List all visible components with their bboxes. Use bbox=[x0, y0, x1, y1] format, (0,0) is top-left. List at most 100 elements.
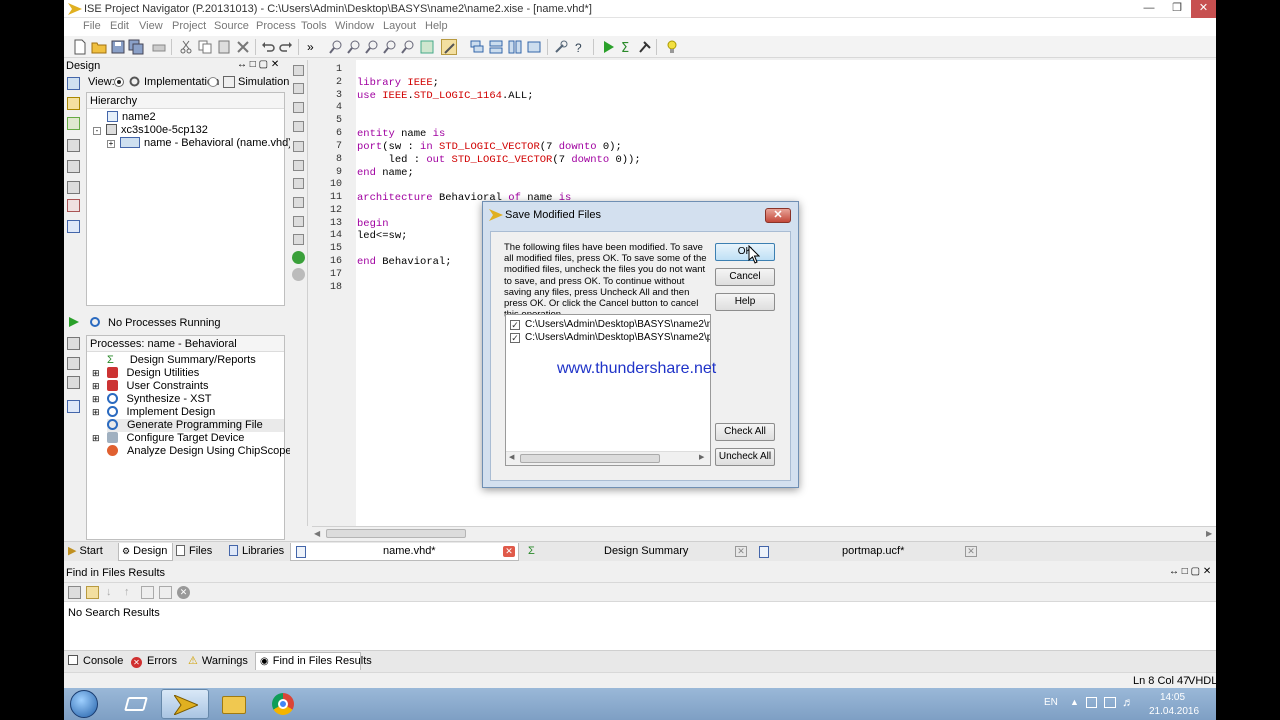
clear-results-icon[interactable]: ✕ bbox=[177, 586, 190, 599]
undo-icon[interactable] bbox=[260, 39, 276, 55]
taskbar-explorer-button[interactable] bbox=[112, 689, 160, 719]
cancel-button[interactable]: Cancel bbox=[715, 268, 775, 286]
add-source-icon[interactable] bbox=[67, 77, 80, 90]
check-all-button[interactable]: Check All bbox=[715, 423, 775, 441]
previous-result-icon[interactable]: ↑ bbox=[124, 586, 133, 599]
float-window-icon[interactable] bbox=[526, 39, 542, 55]
menu-edit[interactable]: Edit bbox=[110, 20, 129, 32]
redo-icon[interactable] bbox=[278, 39, 294, 55]
pointer-tool-icon[interactable] bbox=[441, 39, 457, 55]
editor-tool-icon[interactable] bbox=[293, 102, 304, 113]
code-line[interactable]: library IEEE; bbox=[357, 77, 439, 89]
taskbar-ise-button[interactable] bbox=[161, 689, 209, 719]
tree-item-device[interactable]: - xc3s100e-5cp132 bbox=[93, 124, 208, 137]
menu-project[interactable]: Project bbox=[172, 20, 206, 32]
process-user-constraints[interactable]: ⊞ User Constraints bbox=[92, 380, 208, 393]
simulation-label[interactable]: Simulation bbox=[238, 76, 289, 88]
zoom-fit-icon[interactable] bbox=[382, 39, 398, 55]
scrollbar-thumb[interactable] bbox=[326, 529, 466, 538]
file-list-item[interactable]: ✓ C:\Users\Admin\Desktop\BASYS\name2\na bbox=[510, 318, 710, 331]
tab-warnings[interactable]: ⚠ Warnings bbox=[188, 653, 250, 671]
process-implement[interactable]: ⊞ Implement Design bbox=[92, 406, 215, 419]
network-icon[interactable] bbox=[1104, 697, 1116, 708]
scroll-left-icon[interactable]: ◀ bbox=[314, 529, 320, 538]
more-tools-icon[interactable]: » bbox=[307, 39, 323, 55]
start-button[interactable] bbox=[70, 690, 98, 718]
tree-item-project[interactable]: name2 bbox=[107, 111, 156, 124]
tab-errors[interactable]: ✕ Errors bbox=[131, 653, 181, 671]
view-summary-icon[interactable] bbox=[67, 400, 80, 413]
scrollbar-thumb[interactable] bbox=[520, 454, 660, 463]
editor-tool-icon[interactable] bbox=[293, 141, 304, 152]
file-list-scrollbar[interactable]: ◀ ▶ bbox=[506, 451, 710, 465]
menu-tools[interactable]: Tools bbox=[301, 20, 327, 32]
process-synthesize[interactable]: ⊞ Synthesize - XST bbox=[92, 393, 212, 406]
tab-libraries[interactable]: Libraries bbox=[229, 543, 285, 561]
tile-horizontal-icon[interactable] bbox=[488, 39, 504, 55]
rerun-icon[interactable] bbox=[67, 357, 80, 370]
launch-tool-icon[interactable] bbox=[637, 39, 653, 55]
process-chipscope[interactable]: Analyze Design Using ChipScope bbox=[107, 445, 291, 458]
code-line[interactable]: end name; bbox=[357, 167, 414, 179]
back-arrow-icon[interactable] bbox=[292, 251, 305, 264]
menu-file[interactable]: File bbox=[83, 20, 101, 32]
menu-view[interactable]: View bbox=[139, 20, 163, 32]
tree-item-module[interactable]: + name - Behavioral (name.vhd) bbox=[107, 137, 292, 150]
simulation-radio[interactable] bbox=[208, 77, 218, 87]
menu-help[interactable]: Help bbox=[425, 20, 448, 32]
file-list-item[interactable]: ✓ C:\Users\Admin\Desktop\BASYS\name2\po bbox=[510, 331, 710, 344]
run-icon[interactable] bbox=[600, 39, 616, 55]
clock-date[interactable]: 21.04.2016 bbox=[1149, 706, 1199, 717]
tab-start[interactable]: ▶ Start bbox=[68, 543, 116, 561]
editor-tool-icon[interactable] bbox=[293, 178, 304, 189]
editor-tool-icon[interactable] bbox=[293, 160, 304, 171]
tip-lightbulb-icon[interactable] bbox=[664, 39, 680, 55]
menu-process[interactable]: Process bbox=[256, 20, 296, 32]
menu-window[interactable]: Window bbox=[335, 20, 374, 32]
expand-icon[interactable]: ⊞ bbox=[92, 381, 100, 391]
new-file-icon[interactable] bbox=[72, 39, 88, 55]
expand-icon[interactable]: + bbox=[107, 140, 115, 148]
expand-icon[interactable]: ⊞ bbox=[92, 368, 100, 378]
action-center-icon[interactable] bbox=[1086, 697, 1097, 708]
ok-button[interactable]: OK bbox=[715, 243, 775, 261]
process-properties-icon[interactable] bbox=[67, 337, 80, 350]
menu-layout[interactable]: Layout bbox=[383, 20, 416, 32]
taskbar-folder-button[interactable] bbox=[210, 689, 258, 719]
collapse-icon[interactable]: - bbox=[93, 127, 101, 135]
tray-expand-icon[interactable]: ▲ bbox=[1070, 697, 1079, 707]
hierarchy-icon[interactable] bbox=[67, 139, 80, 152]
editor-tool-icon[interactable] bbox=[293, 65, 304, 76]
editor-tool-icon[interactable] bbox=[293, 121, 304, 132]
save-all-icon[interactable] bbox=[128, 39, 144, 55]
save-results-icon[interactable] bbox=[159, 586, 172, 599]
editor-tool-icon[interactable] bbox=[293, 234, 304, 245]
tile-vertical-icon[interactable] bbox=[507, 39, 523, 55]
cascade-windows-icon[interactable] bbox=[469, 39, 485, 55]
open-folder-icon[interactable] bbox=[91, 39, 107, 55]
code-line[interactable]: port(sw : in STD_LOGIC_VECTOR(7 downto 0… bbox=[357, 141, 622, 153]
copy-results-icon[interactable] bbox=[141, 586, 154, 599]
summary-sigma-icon[interactable]: Σ bbox=[618, 39, 634, 56]
code-line[interactable]: use IEEE.STD_LOGIC_1164.ALL; bbox=[357, 90, 534, 102]
panel-controls-icon[interactable]: ↔ □ ▢ ✕ bbox=[237, 59, 279, 70]
save-icon[interactable] bbox=[110, 39, 126, 55]
close-button[interactable]: ✕ bbox=[1191, 0, 1216, 18]
tab-name-vhd[interactable]: name.vhd* ✕ bbox=[290, 543, 519, 561]
code-line[interactable]: entity name is bbox=[357, 128, 445, 140]
next-result-icon[interactable]: ↓ bbox=[106, 586, 115, 599]
tab-design-summary[interactable]: Σ Design Summary ✕ bbox=[522, 543, 752, 561]
expand-icon[interactable]: ⊞ bbox=[92, 433, 100, 443]
implementation-radio[interactable] bbox=[114, 77, 124, 87]
volume-icon[interactable]: ♬ bbox=[1122, 695, 1134, 709]
editor-tool-icon[interactable] bbox=[293, 83, 304, 94]
tab-design[interactable]: ⚙ Design bbox=[118, 543, 173, 561]
add-copy-source-icon[interactable] bbox=[67, 97, 80, 110]
menu-source[interactable]: Source bbox=[214, 20, 249, 32]
dialog-close-button[interactable]: ✕ bbox=[765, 208, 791, 223]
properties-icon[interactable] bbox=[67, 181, 80, 194]
tab-find-in-files[interactable]: ◉ Find in Files Results bbox=[255, 652, 372, 670]
close-tab-icon[interactable]: ✕ bbox=[503, 546, 515, 557]
find-tool-icon[interactable] bbox=[68, 586, 81, 599]
print-icon[interactable] bbox=[151, 39, 167, 55]
